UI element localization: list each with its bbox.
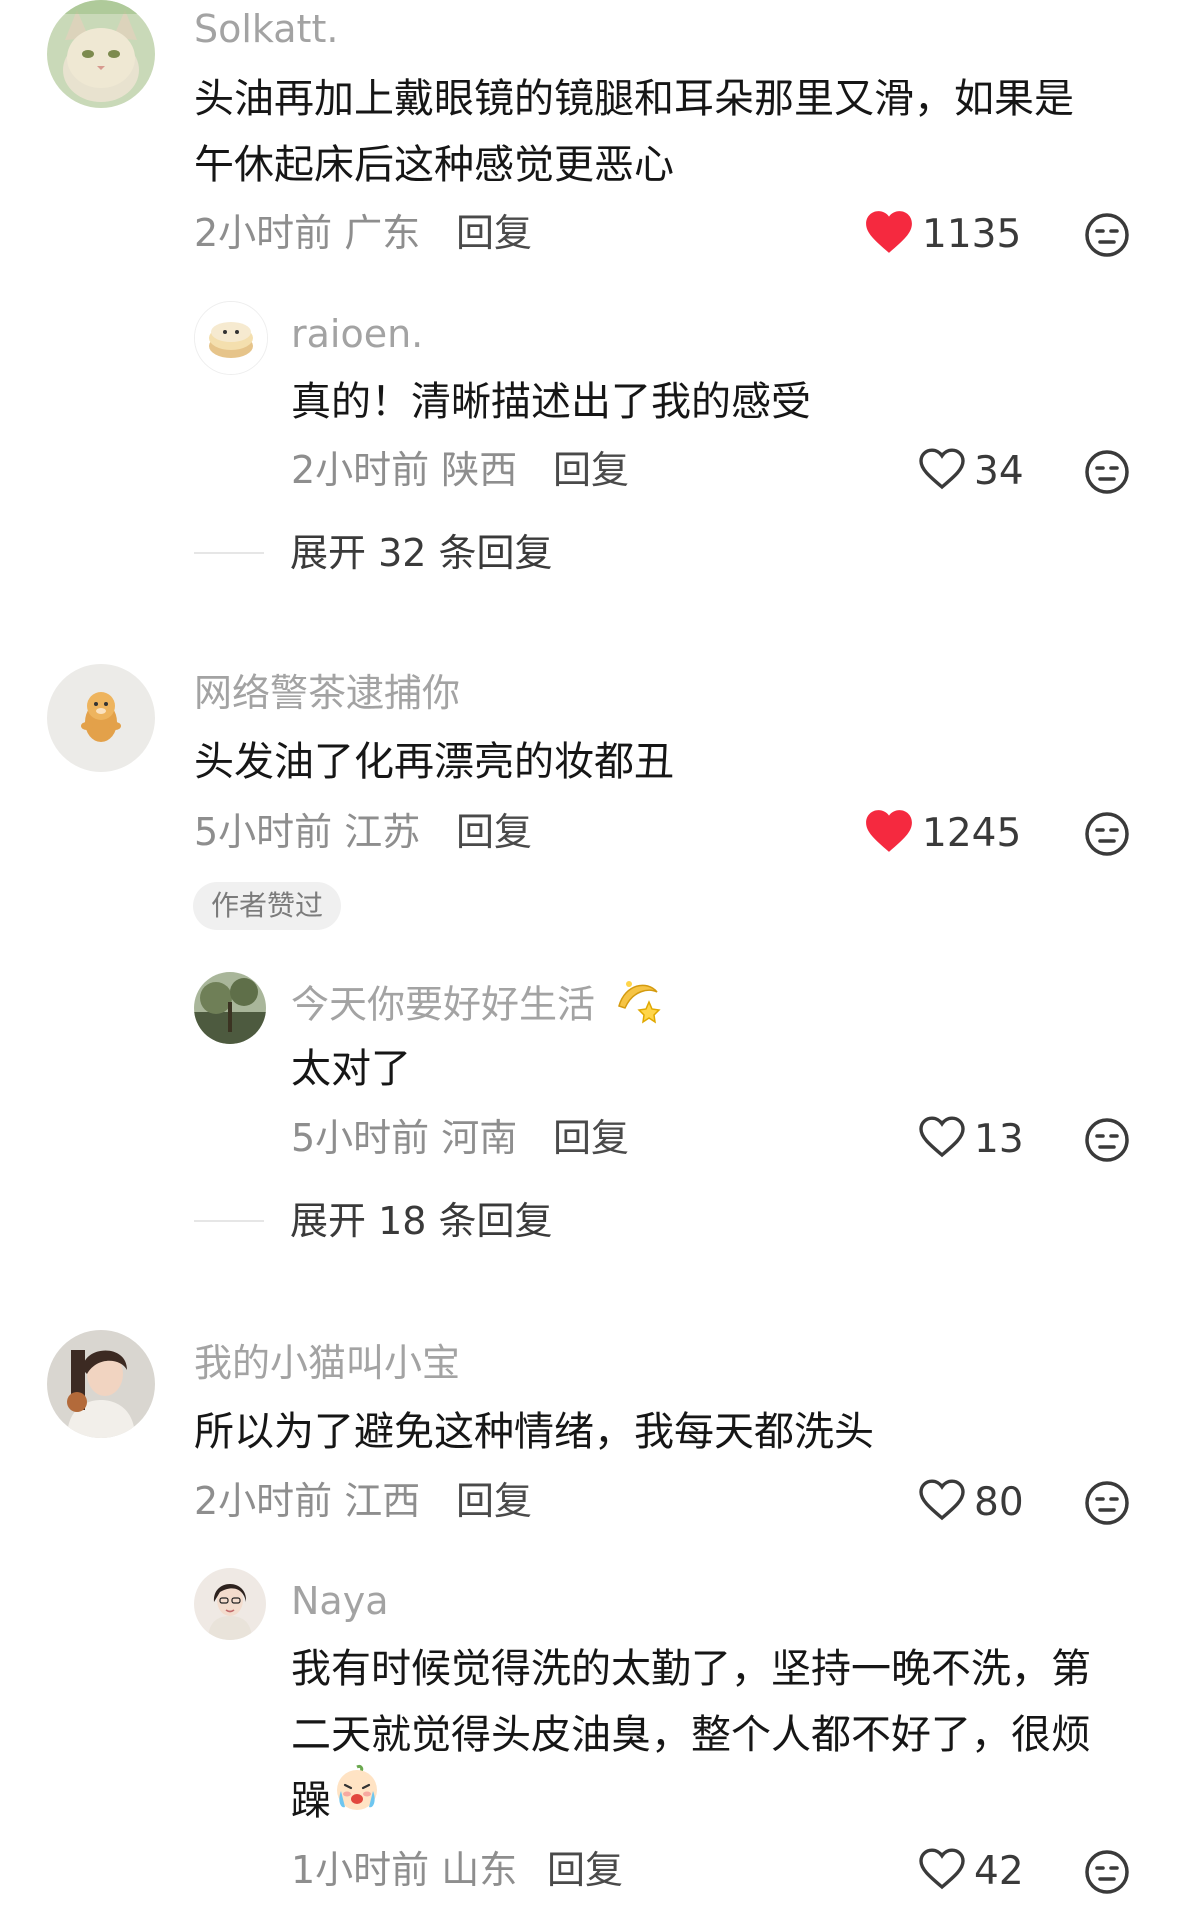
timestamp: 2小时前 — [291, 448, 430, 492]
like-count: 1245 — [922, 810, 1022, 856]
username-text: 今天你要好好生活 — [291, 982, 596, 1027]
username[interactable]: Naya — [291, 1582, 389, 1620]
comment-meta: 2小时前 江西 — [194, 1482, 420, 1520]
username[interactable]: Solkatt. — [194, 10, 338, 48]
dislike-face-icon — [1085, 213, 1129, 257]
expand-replies[interactable]: 展开 18 条回复 — [194, 1201, 553, 1241]
reply-button[interactable]: 回复 — [553, 451, 629, 489]
heart-icon — [864, 209, 914, 259]
reply-button[interactable]: 回复 — [456, 214, 532, 252]
username[interactable]: raioen. — [291, 315, 423, 353]
heart-icon — [918, 1115, 966, 1163]
comment-text: 午休起床后这种感觉更恶心 — [194, 142, 674, 188]
reply-meta: 5小时前 河南 — [291, 1119, 517, 1157]
reply-button[interactable]: 回复 — [547, 1851, 623, 1889]
avatar[interactable] — [47, 1330, 155, 1438]
avatar[interactable] — [194, 1568, 266, 1640]
timestamp: 5小时前 — [194, 810, 333, 854]
heart-icon — [918, 447, 966, 495]
reply-button[interactable]: 回复 — [456, 1482, 532, 1520]
dislike-button[interactable] — [1084, 1117, 1130, 1167]
reply-text: 真的！清晰描述出了我的感受 — [291, 379, 811, 425]
comment-text: 头发油了化再漂亮的妆都丑 — [194, 739, 674, 785]
avatar[interactable] — [47, 0, 155, 108]
dislike-button[interactable] — [1084, 1480, 1130, 1530]
timestamp: 1小时前 — [291, 1848, 430, 1892]
dislike-button[interactable] — [1084, 811, 1130, 861]
location: 广东 — [344, 211, 421, 255]
divider — [194, 1220, 264, 1222]
username[interactable]: 网络警茶逮捕你 — [194, 674, 460, 712]
dizzy-emoji — [611, 972, 665, 1032]
dislike-button[interactable] — [1084, 449, 1130, 499]
timestamp: 5小时前 — [291, 1116, 430, 1160]
reply-text: 我有时候觉得洗的太勤了，坚持一晚不洗，第 — [291, 1646, 1091, 1692]
location: 江西 — [344, 1479, 421, 1523]
location: 陕西 — [441, 448, 518, 492]
timestamp: 2小时前 — [194, 1479, 333, 1523]
like-button[interactable]: 80 — [918, 1477, 1024, 1527]
username[interactable]: 今天你要好好生活 — [291, 981, 665, 1032]
avatar[interactable] — [194, 972, 266, 1044]
expand-replies-label: 展开 18 条回复 — [290, 1199, 553, 1243]
like-button[interactable]: 13 — [918, 1114, 1024, 1164]
author-liked-badge: 作者赞过 — [193, 882, 342, 930]
like-count: 1135 — [922, 211, 1022, 257]
expand-replies[interactable]: 展开 32 条回复 — [194, 533, 553, 573]
like-count: 13 — [974, 1116, 1024, 1162]
dislike-face-icon — [1085, 1481, 1129, 1525]
reply-text: 躁 — [291, 1765, 383, 1834]
dislike-face-icon — [1085, 812, 1129, 856]
like-button[interactable]: 34 — [918, 446, 1024, 496]
comment-meta: 5小时前 江苏 — [194, 813, 420, 851]
dislike-face-icon — [1085, 1850, 1129, 1894]
reply-meta: 2小时前 陕西 — [291, 451, 517, 489]
reply-meta: 1小时前 山东 — [291, 1851, 517, 1889]
like-button[interactable]: 1245 — [864, 808, 1021, 858]
reply-button[interactable]: 回复 — [553, 1119, 629, 1157]
dislike-face-icon — [1085, 450, 1129, 494]
reply-text: 二天就觉得头皮油臭，整个人都不好了，很烦 — [291, 1712, 1091, 1758]
timestamp: 2小时前 — [194, 211, 333, 255]
like-count: 42 — [974, 1848, 1024, 1894]
reply-text: 太对了 — [291, 1046, 411, 1092]
like-button[interactable]: 42 — [918, 1846, 1024, 1896]
dislike-button[interactable] — [1084, 212, 1130, 262]
location: 河南 — [441, 1116, 518, 1160]
avatar[interactable] — [47, 664, 155, 772]
heart-icon — [918, 1478, 966, 1526]
reply-button[interactable]: 回复 — [456, 813, 532, 851]
heart-icon — [864, 808, 914, 858]
heart-icon — [918, 1847, 966, 1895]
like-count: 34 — [974, 448, 1024, 494]
location: 江苏 — [344, 810, 421, 854]
like-button[interactable]: 1135 — [864, 209, 1021, 259]
reply-text-segment: 躁 — [291, 1778, 331, 1824]
comment-meta: 2小时前 广东 — [194, 214, 420, 252]
comment-text: 所以为了避免这种情绪，我每天都洗头 — [194, 1409, 874, 1455]
like-count: 80 — [974, 1479, 1024, 1525]
divider — [194, 552, 264, 554]
username[interactable]: 我的小猫叫小宝 — [194, 1344, 460, 1382]
dislike-face-icon — [1085, 1118, 1129, 1162]
expand-replies-label: 展开 32 条回复 — [290, 531, 553, 575]
crying-face-emoji — [331, 1761, 383, 1833]
avatar[interactable] — [194, 301, 268, 375]
location: 山东 — [441, 1848, 518, 1892]
dislike-button[interactable] — [1084, 1849, 1130, 1899]
comment-text: 头油再加上戴眼镜的镜腿和耳朵那里又滑，如果是 — [194, 76, 1074, 122]
